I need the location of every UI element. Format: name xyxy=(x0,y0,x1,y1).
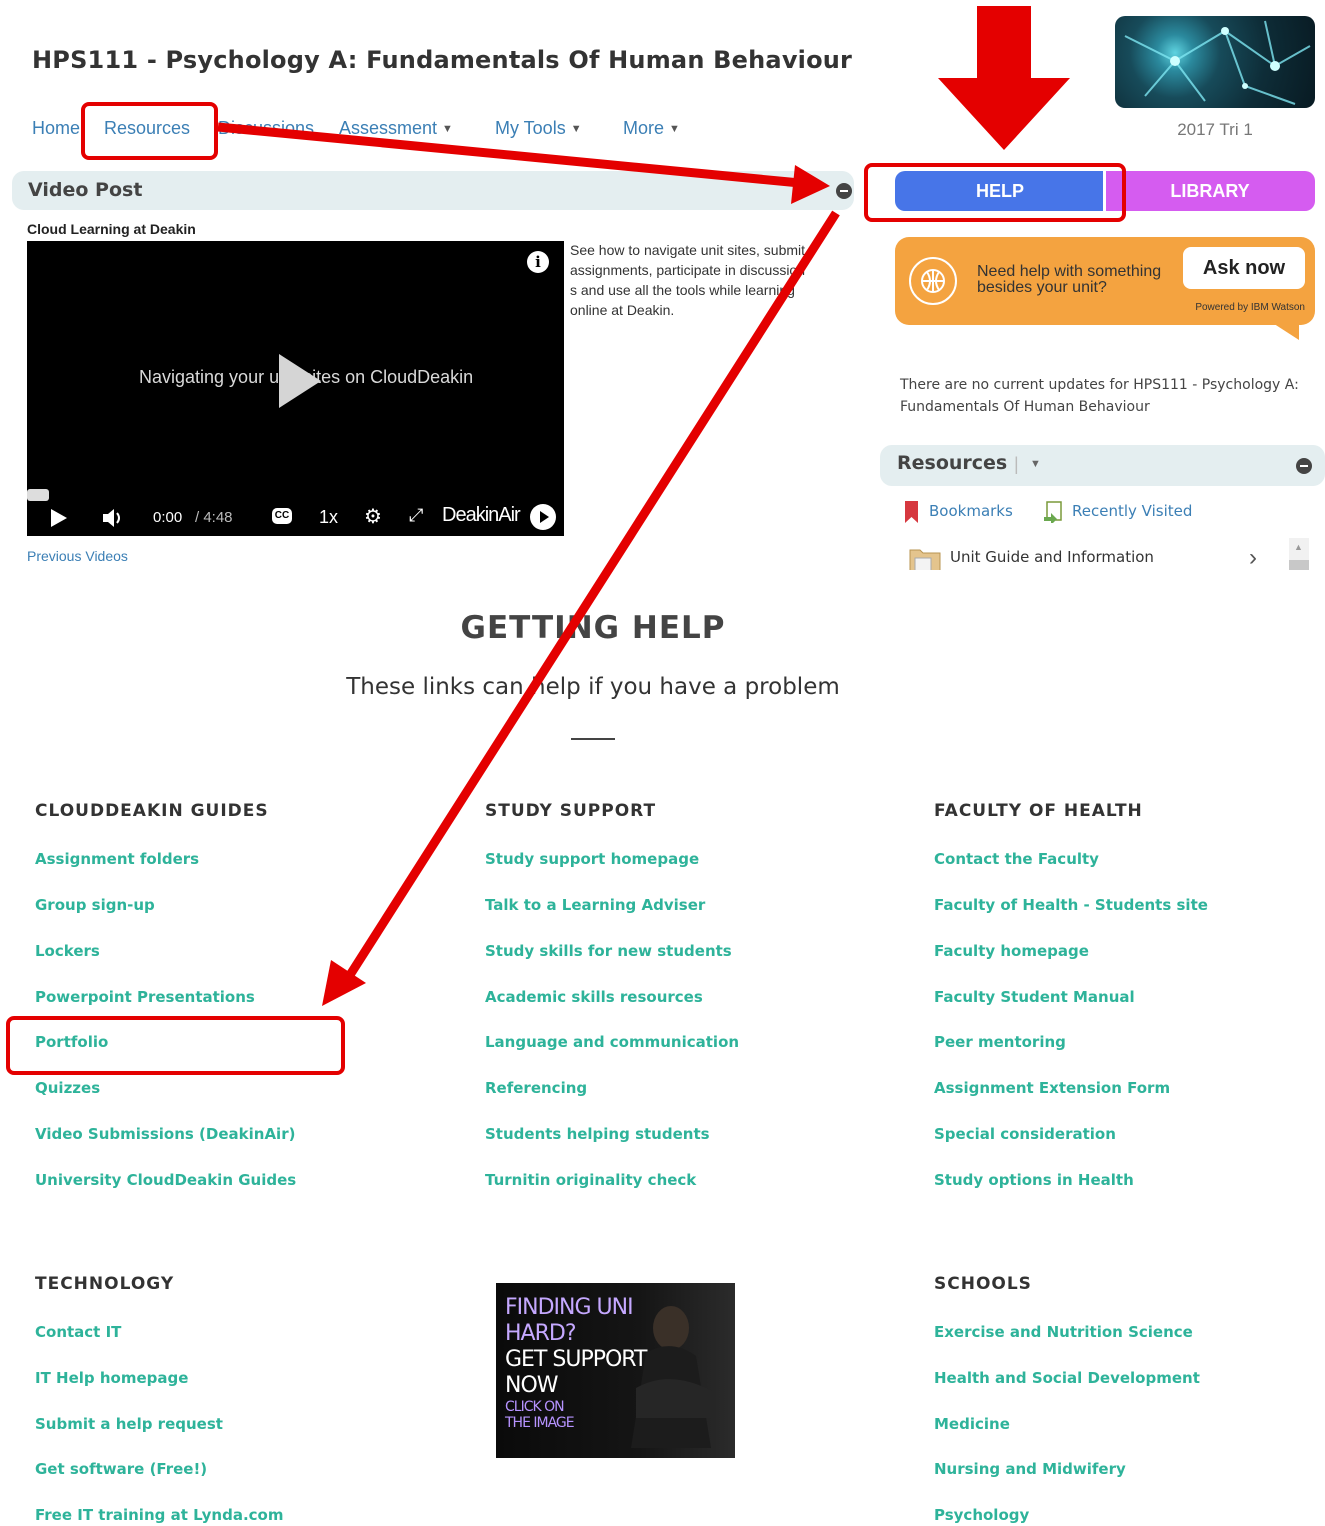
arrow-line xyxy=(217,122,801,188)
arrow-line xyxy=(346,210,840,978)
annotation-arrows xyxy=(217,6,1070,1006)
arrowhead-icon xyxy=(791,165,830,204)
down-arrow-icon xyxy=(938,6,1070,150)
